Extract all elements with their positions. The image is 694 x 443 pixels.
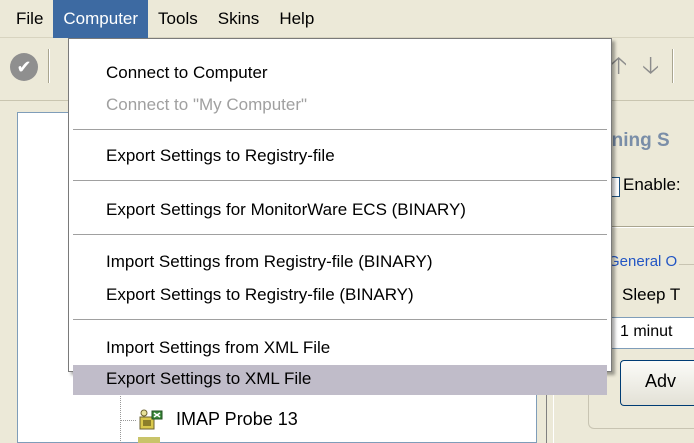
menu-item-export-xml[interactable]: Export Settings to XML File <box>73 365 607 395</box>
menu-item-import-xml[interactable]: Import Settings from XML File <box>73 332 607 364</box>
menu-separator <box>73 180 607 182</box>
menu-bar: File Computer Tools Skins Help <box>0 0 694 38</box>
menu-help[interactable]: Help <box>269 0 324 38</box>
menu-tools[interactable]: Tools <box>148 0 208 38</box>
enable-label: Enable: <box>623 175 681 194</box>
general-options-title: General O <box>606 253 680 270</box>
menu-file[interactable]: File <box>6 0 53 38</box>
menu-skins[interactable]: Skins <box>208 0 270 38</box>
tree-item-imap-probe-13[interactable]: IMAP Probe 13 <box>176 409 298 430</box>
toolbar-separator <box>48 49 50 83</box>
menu-item-export-monitorware-ecs[interactable]: Export Settings for MonitorWare ECS (BIN… <box>73 194 607 226</box>
toolbar-separator <box>672 49 674 83</box>
sleep-time-select[interactable]: 1 minut <box>610 317 694 349</box>
arrow-up-icon[interactable]: 🡡 <box>610 51 627 81</box>
menu-item-connect-to-my-computer: Connect to "My Computer" <box>106 95 308 114</box>
check-icon[interactable]: ✔ <box>10 53 38 81</box>
tree-item-icon-partial <box>138 437 160 443</box>
menu-separator <box>73 234 607 236</box>
sleep-time-label: Sleep T <box>622 285 681 304</box>
menu-item-import-registry-binary[interactable]: Import Settings from Registry-file (BINA… <box>73 246 607 278</box>
tree-connector-branch <box>120 420 136 421</box>
arrow-down-icon[interactable]: 🡣 <box>642 51 659 81</box>
menu-item-export-registry-binary[interactable]: Export Settings to Registry-file (BINARY… <box>73 279 607 311</box>
menu-item-export-registry-file[interactable]: Export Settings to Registry-file <box>73 140 607 172</box>
computer-menu-dropdown: Connect to Computer Connect to "My Compu… <box>68 38 612 395</box>
imap-probe-icon <box>139 409 163 430</box>
menu-separator <box>73 319 607 321</box>
menu-computer[interactable]: Computer <box>53 0 149 38</box>
menu-item-connect-to-computer[interactable]: Connect to Computer <box>73 57 607 89</box>
menu-separator <box>73 129 607 131</box>
panel-divider <box>598 226 694 228</box>
advanced-button[interactable]: Adv <box>620 360 694 406</box>
